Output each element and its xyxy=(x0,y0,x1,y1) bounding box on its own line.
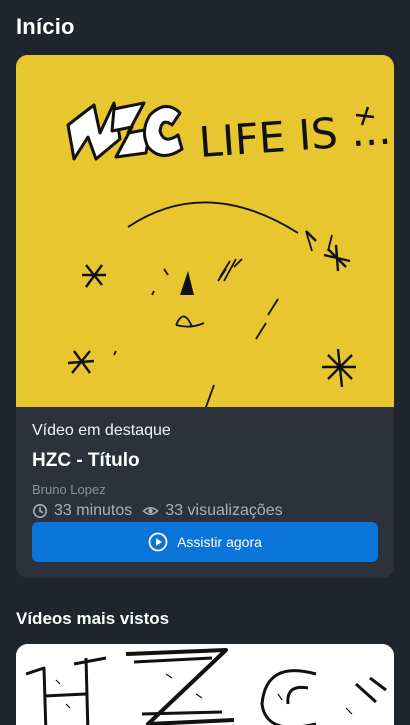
featured-video-thumbnail[interactable]: LIFE IS ... xyxy=(16,55,394,407)
featured-video-author[interactable]: Bruno Lopez xyxy=(32,482,378,497)
page-title: Início xyxy=(16,14,75,39)
video-duration: 33 minutos xyxy=(54,502,133,519)
video-views: 33 visualizações xyxy=(165,502,283,519)
thumbnail-illustration: LIFE IS ... xyxy=(16,55,394,407)
featured-video-title[interactable]: HZC - Título xyxy=(32,450,378,472)
clock-icon xyxy=(33,504,47,518)
eye-icon xyxy=(142,507,159,515)
featured-video-info: Vídeo em destaque HZC - Título Bruno Lop… xyxy=(32,422,378,520)
featured-video-card[interactable]: LIFE IS ... Vídeo em destaque HZC - Títu… xyxy=(16,55,394,578)
most-viewed-heading: Vídeos mais vistos xyxy=(16,609,170,628)
views-meta: 33 visualizações xyxy=(142,502,283,520)
featured-video-meta: 33 minutos 33 visualizações xyxy=(32,502,378,520)
duration-meta: 33 minutos xyxy=(32,502,132,520)
play-circle-icon xyxy=(148,532,168,552)
graffiti-thumbnail-illustration xyxy=(16,644,394,725)
featured-section-label: Vídeo em destaque xyxy=(32,422,171,439)
most-viewed-video-thumbnail[interactable] xyxy=(16,644,394,725)
watch-now-label: Assistir agora xyxy=(177,534,262,550)
watch-now-button[interactable]: Assistir agora xyxy=(32,522,378,562)
